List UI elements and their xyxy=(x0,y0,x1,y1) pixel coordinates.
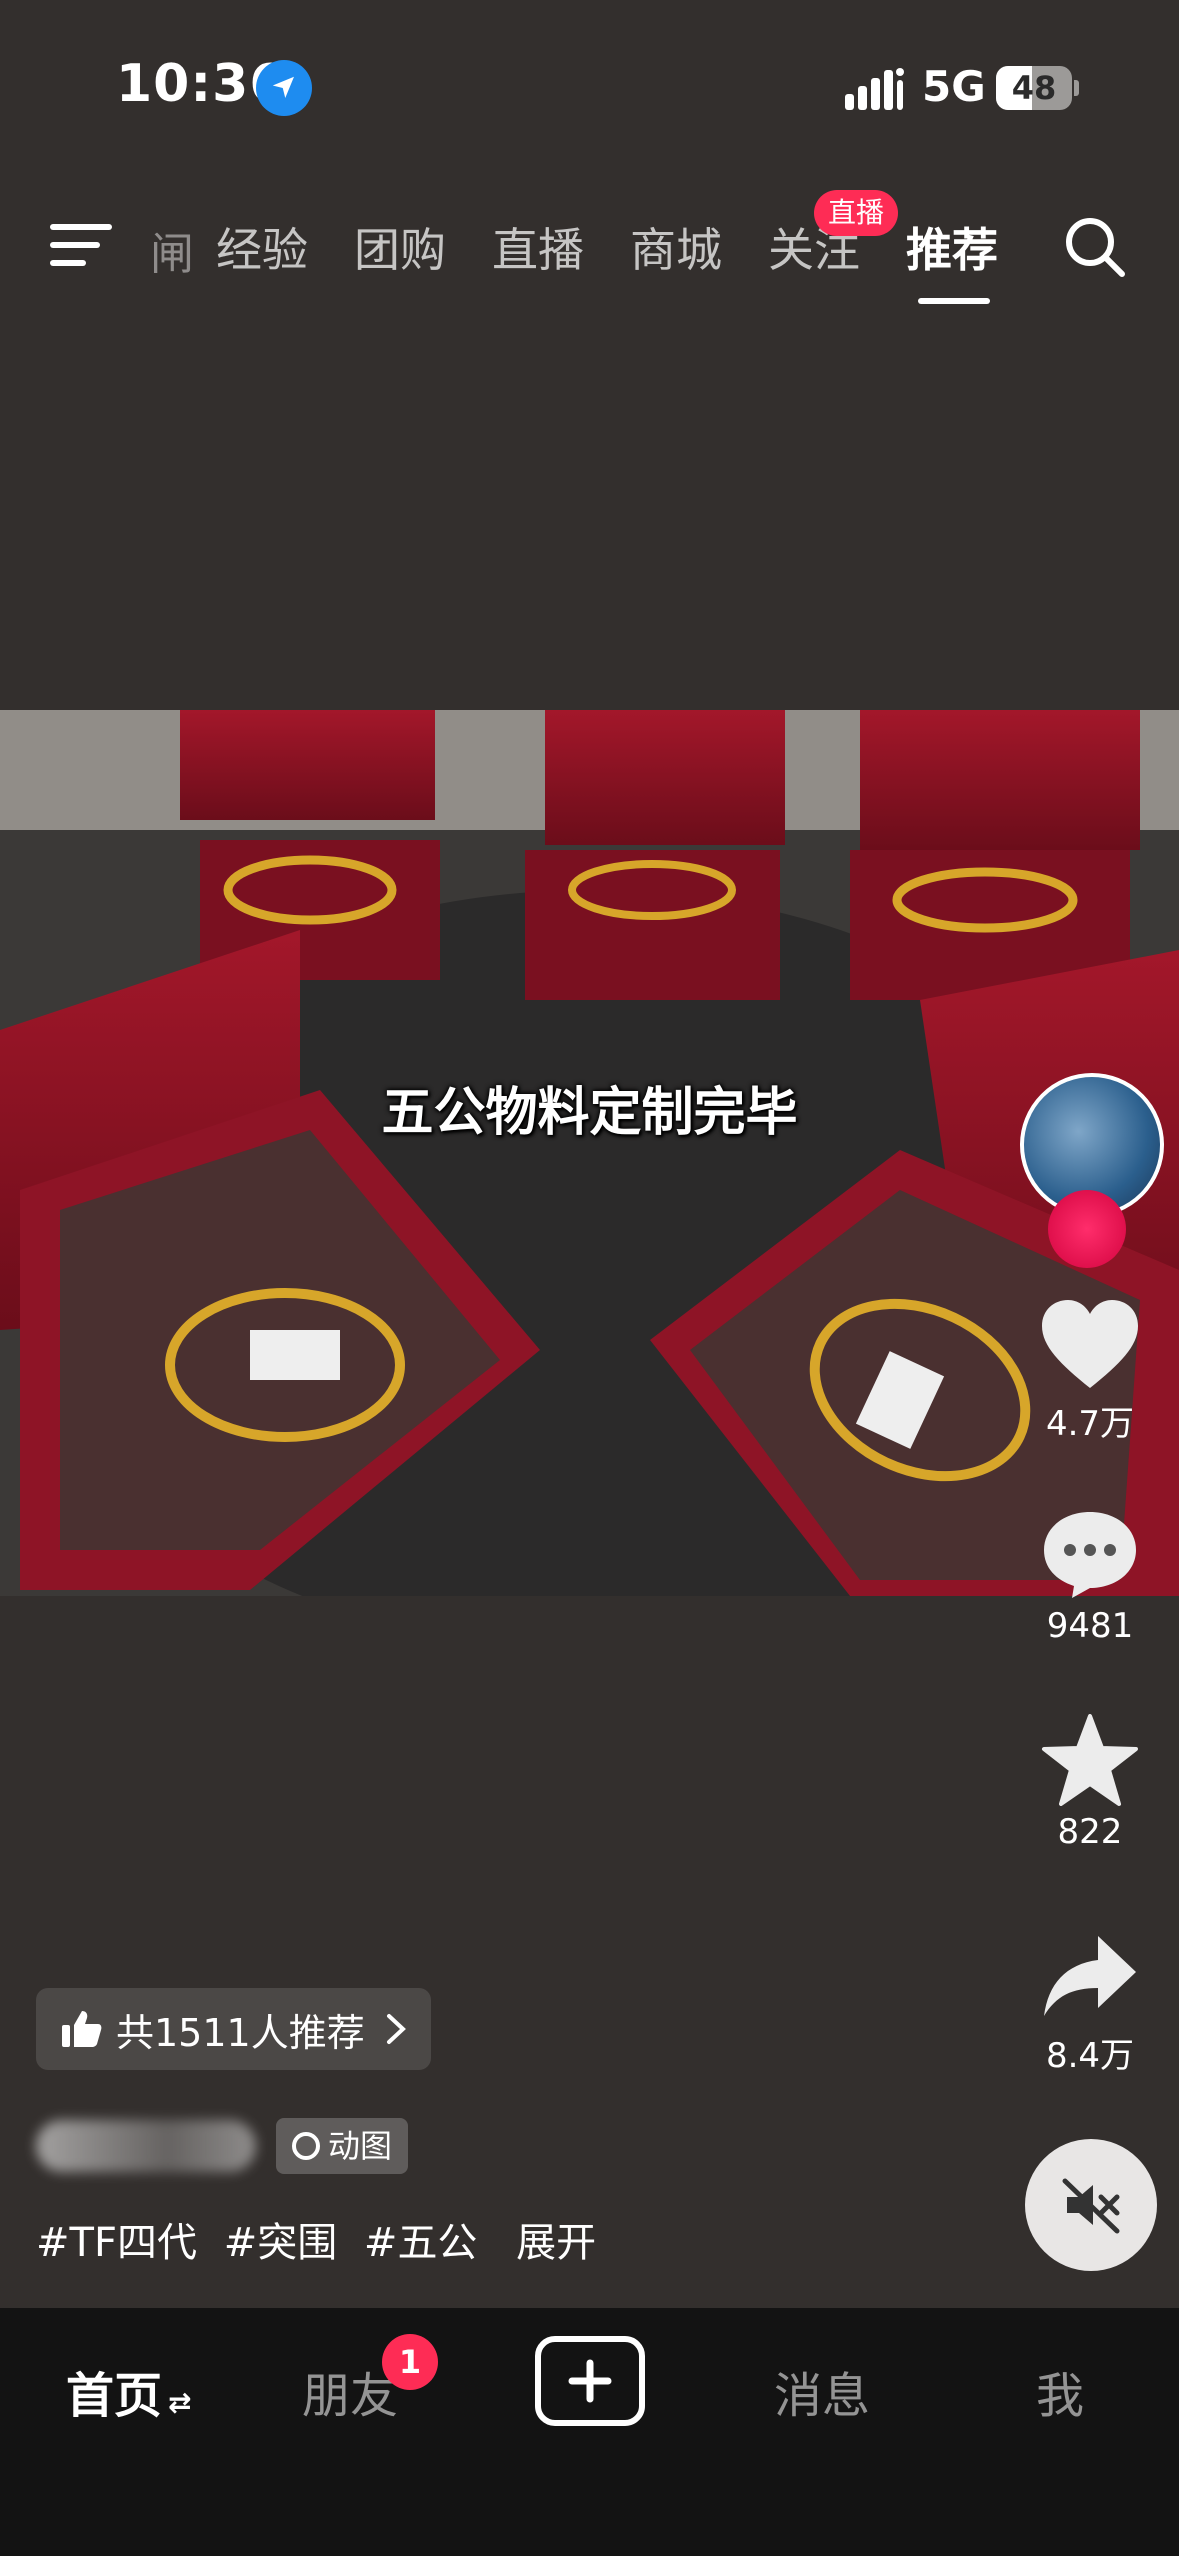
recommend-pill[interactable]: 共1511人推荐 xyxy=(36,1988,431,2070)
favorite-button[interactable]: 822 xyxy=(1020,1714,1160,1852)
video-player[interactable]: 五公物料定制完毕 xyxy=(0,710,1179,1596)
bottom-tab-bar: 首页 ⇄ 朋友 1 消息 我 xyxy=(0,2308,1179,2556)
mute-button[interactable] xyxy=(1025,2139,1157,2271)
friends-notification-badge: 1 xyxy=(382,2334,438,2390)
video-description: #TF四代 #突围 #五公 展开 xyxy=(36,2210,610,2268)
like-button[interactable]: 4.7万 xyxy=(1020,1298,1160,1445)
heart-icon xyxy=(1042,1300,1138,1388)
tab-home[interactable]: 首页 ⇄ xyxy=(66,2356,191,2426)
follow-plus-icon[interactable] xyxy=(1048,1190,1126,1268)
tab-mall[interactable]: 商城 xyxy=(630,214,722,280)
battery-level: 48 xyxy=(1011,69,1057,107)
thumbs-up-icon xyxy=(62,2011,102,2047)
status-bar: 10:36 5G 48 xyxy=(0,0,1179,170)
tab-messages[interactable]: 消息 xyxy=(774,2356,870,2426)
comment-button[interactable]: 9481 xyxy=(1020,1508,1160,1646)
like-count: 4.7万 xyxy=(1045,1404,1135,1444)
video-caption: 五公物料定制完毕 xyxy=(381,1083,798,1143)
live-badge: 直播 xyxy=(814,190,899,236)
tab-home-label: 首页 xyxy=(66,2368,163,2424)
top-nav: 闸 经验 团购 直播 商城 关注 直播 推荐 xyxy=(0,190,1179,310)
tab-partial[interactable]: 闸 xyxy=(150,218,194,282)
comment-count: 9481 xyxy=(1046,1606,1134,1646)
favorite-count: 822 xyxy=(1057,1812,1123,1852)
comment-icon xyxy=(1044,1512,1136,1598)
tab-group-buy[interactable]: 团购 xyxy=(354,214,446,280)
hashtag-link[interactable]: #TF四代 xyxy=(36,2220,197,2266)
speaker-muted-icon xyxy=(1062,2178,1120,2234)
animated-image-chip[interactable]: 动图 xyxy=(276,2118,409,2174)
chevron-right-icon xyxy=(386,2014,406,2044)
tab-recommend[interactable]: 推荐 xyxy=(906,214,998,280)
star-icon xyxy=(1042,1714,1138,1806)
menu-icon[interactable] xyxy=(50,220,112,270)
tab-me[interactable]: 我 xyxy=(1036,2356,1084,2426)
create-post-button[interactable] xyxy=(535,2336,645,2426)
expand-link[interactable]: 展开 xyxy=(516,2220,596,2266)
active-tab-indicator xyxy=(918,298,990,304)
share-button[interactable]: 8.4万 xyxy=(1020,1932,1160,2077)
location-arrow-icon xyxy=(256,60,312,116)
hashtag-link[interactable]: #突围 xyxy=(224,2220,338,2266)
search-icon[interactable] xyxy=(1060,212,1130,282)
plus-icon xyxy=(568,2359,612,2403)
live-photo-icon xyxy=(292,2132,320,2160)
battery-icon: 48 xyxy=(996,66,1079,110)
network-label: 5G xyxy=(922,62,986,111)
tab-experience[interactable]: 经验 xyxy=(216,214,308,280)
video-frame-image xyxy=(0,710,1179,1596)
share-count: 8.4万 xyxy=(1045,2036,1135,2076)
author-row[interactable]: 动图 xyxy=(36,2118,409,2174)
animated-image-label: 动图 xyxy=(328,2127,393,2165)
recommend-count-text: 共1511人推荐 xyxy=(116,2010,365,2055)
author-name-blurred xyxy=(36,2120,256,2172)
swap-icon: ⇄ xyxy=(168,2386,192,2419)
signal-icon xyxy=(845,68,904,110)
hashtag-link[interactable]: #五公 xyxy=(364,2220,478,2266)
tab-live[interactable]: 直播 xyxy=(492,214,584,280)
share-arrow-icon xyxy=(1044,1936,1136,2016)
